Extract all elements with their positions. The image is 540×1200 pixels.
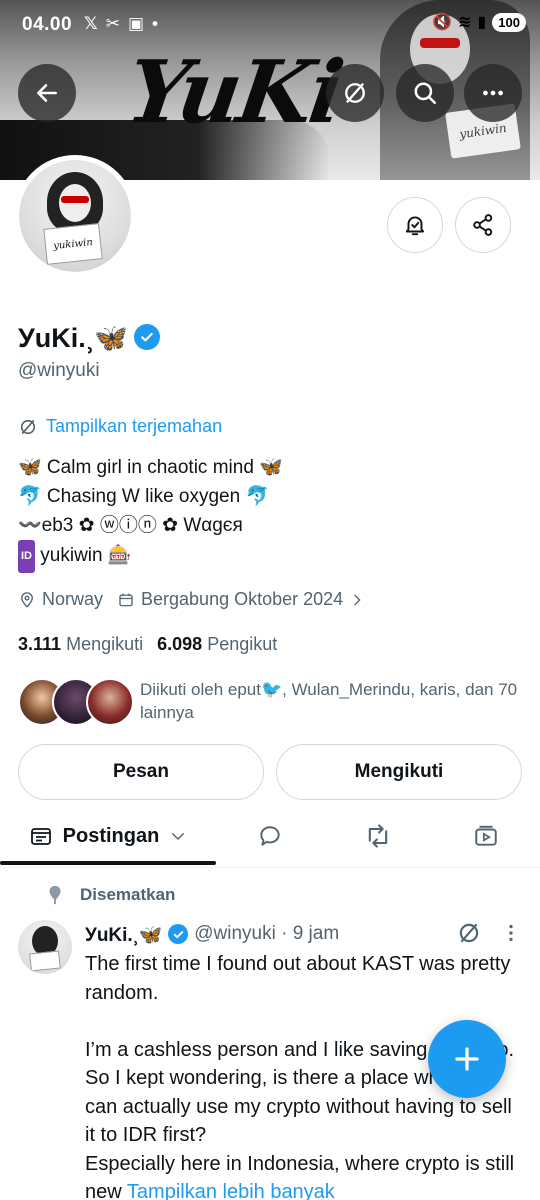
show-translation-label[interactable]: Tampilkan terjemahan	[46, 416, 222, 437]
followers-count: 6.098	[157, 634, 203, 654]
joined-text: Bergabung Oktober 2024	[141, 589, 344, 609]
location-pin-icon	[21, 591, 33, 608]
bio-line: ID yukiwin 🎰	[18, 540, 283, 573]
more-options-button[interactable]	[464, 64, 522, 122]
translate-icon	[20, 419, 36, 434]
calendar-icon	[119, 593, 133, 606]
profile-meta: Norway Bergabung Oktober 2024	[18, 589, 365, 610]
tweet-header: УuKi.⸒🦋 @winyuki · 9 jam	[85, 921, 339, 947]
display-name-text: УuKi.⸒🦋	[18, 323, 128, 353]
followers-label: Pengikut	[207, 634, 278, 654]
tab-posts-label: Postingan	[62, 824, 160, 847]
following-count: 3.111	[18, 634, 62, 654]
search-button[interactable]	[396, 64, 454, 122]
screenshot-icon: ▣	[127, 14, 145, 33]
translate-icon	[459, 923, 479, 943]
following-stat[interactable]: 3.111 Mengikuti	[18, 634, 143, 655]
pinned-label: Disematkan	[80, 885, 176, 904]
reply-bubble-icon	[260, 826, 280, 846]
tweet-handle-time: @winyuki · 9 jam	[194, 923, 340, 944]
id-badge-icon: ID	[18, 540, 35, 573]
dot-icon: •	[152, 14, 158, 33]
status-time: 04.00	[22, 14, 73, 35]
status-right: 🔇 ≋ ▮ 100	[432, 12, 526, 32]
status-bar: 04.00 𝕏 ✂ ▣ • 🔇 ≋ ▮ 100	[0, 0, 540, 50]
tweet-translate-button[interactable]	[456, 920, 482, 951]
compose-fab[interactable]	[428, 1020, 506, 1098]
share-button[interactable]	[455, 197, 511, 253]
notifications-button[interactable]	[387, 197, 443, 253]
translate-button[interactable]	[326, 64, 384, 122]
plus-icon	[455, 1047, 479, 1071]
banner-title: YuKi	[120, 42, 347, 143]
profile-bio: 🦋 Calm girl in chaotic mind 🦋 🐬 Chasing …	[18, 453, 283, 573]
share-icon	[473, 214, 493, 236]
back-button[interactable]	[18, 64, 76, 122]
joined-item[interactable]: Bergabung Oktober 2024	[117, 589, 365, 610]
pin-icon	[49, 885, 61, 905]
tab-media[interactable]	[432, 806, 540, 866]
mutual-followers[interactable]: Diikuti oleh eput🐦, Wulan_Merindu, karis…	[18, 678, 528, 728]
more-horizontal-icon	[483, 90, 503, 96]
bio-line: 🦋 Calm girl in chaotic mind 🦋	[18, 457, 283, 478]
tweet-author-avatar[interactable]	[18, 920, 72, 974]
pinned-indicator: Disematkan	[44, 884, 175, 906]
battery-indicator: 100	[492, 12, 526, 32]
bell-check-icon	[405, 216, 425, 236]
bio-line: 🐬 Chasing W like oxygen 🐬	[18, 486, 270, 507]
mutual-avatar	[86, 678, 134, 726]
location-text: Norway	[42, 589, 104, 609]
repost-icon	[368, 824, 388, 848]
show-translation-link[interactable]: Tampilkan terjemahan	[18, 416, 222, 437]
tweet-paragraph: The first time I found out about KAST wa…	[85, 953, 511, 1004]
more-vertical-icon	[509, 924, 513, 942]
media-icon	[475, 825, 497, 846]
posts-icon	[30, 828, 51, 845]
tab-replies[interactable]	[216, 806, 324, 866]
tweet-more-button[interactable]	[500, 920, 522, 952]
verified-badge-icon	[133, 323, 160, 350]
profile-tabs: Postingan	[0, 806, 540, 868]
tweet-paragraph: Especially here in Indonesia, where cryp…	[85, 1150, 515, 1200]
tab-reposts[interactable]	[324, 806, 432, 866]
bio-line-text: yukiwin 🎰	[40, 545, 132, 566]
follow-stats: 3.111 Mengikuti 6.098 Pengikut	[18, 634, 277, 655]
location-item: Norway	[18, 589, 103, 610]
bio-line: 〰️eb3 ✿ ⓦⓘⓝ ✿ Wαgєя	[18, 515, 243, 536]
x-app-icon: 𝕏	[84, 14, 98, 33]
capcut-icon: ✂	[105, 14, 120, 33]
signal-icon: ▮	[477, 14, 487, 31]
profile-avatar[interactable]: yukiwin	[14, 155, 136, 277]
followers-stat[interactable]: 6.098 Pengikut	[157, 634, 277, 655]
wifi-icon: ≋	[458, 14, 472, 31]
chevron-right-icon	[354, 594, 361, 605]
following-button[interactable]: Mengikuti	[276, 744, 522, 800]
tweet-author-name[interactable]: УuKi.⸒🦋	[85, 921, 162, 947]
status-notification-icons: 𝕏 ✂ ▣ •	[84, 14, 158, 34]
show-more-link[interactable]: Tampilkan lebih banyak	[127, 1181, 335, 1200]
message-button[interactable]: Pesan	[18, 744, 264, 800]
active-tab-indicator	[0, 861, 216, 865]
following-label: Mengikuti	[66, 634, 144, 654]
verified-badge-icon	[168, 924, 189, 944]
tab-posts[interactable]: Postingan	[0, 806, 216, 866]
followed-by-text: Diikuti oleh eput🐦, Wulan_Merindu, karis…	[140, 680, 518, 722]
chevron-down-icon	[172, 833, 185, 841]
profile-handle: @winyuki	[18, 360, 100, 381]
mute-icon: 🔇	[432, 14, 453, 31]
arrow-left-icon	[37, 84, 57, 102]
search-icon	[414, 82, 436, 104]
translate-icon	[345, 82, 365, 104]
display-name: УuKi.⸒🦋	[18, 318, 160, 355]
avatar-sign: yukiwin	[43, 223, 103, 265]
